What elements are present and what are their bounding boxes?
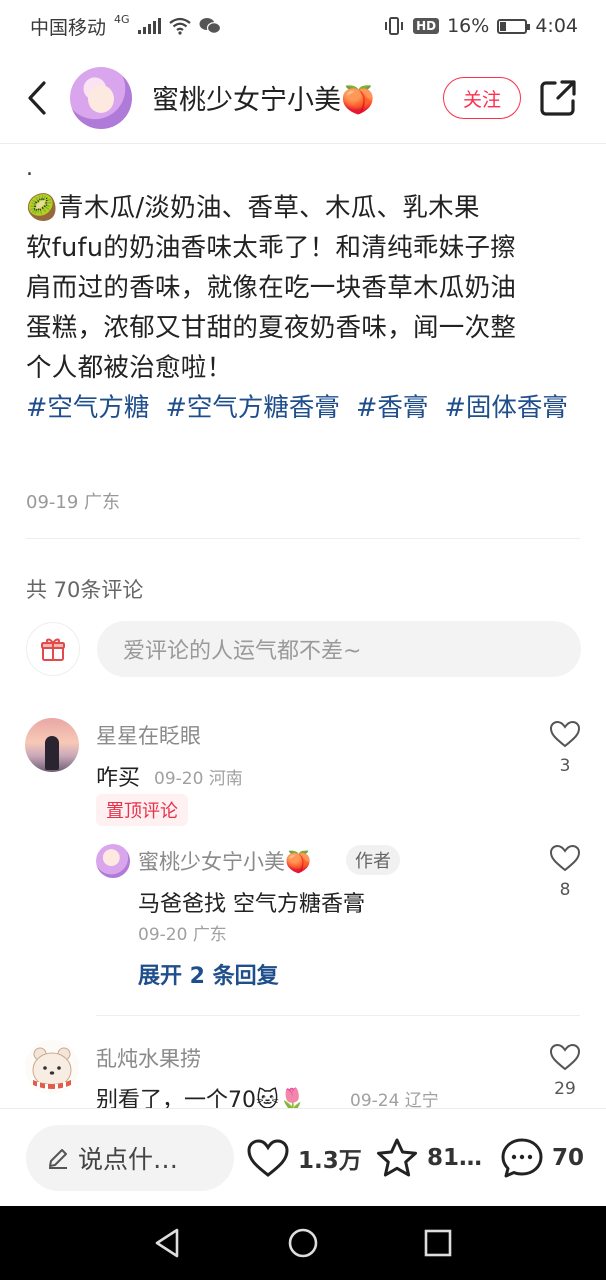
comment-count: 共 70条评论 [26, 578, 144, 602]
system-nav-bar [0, 1206, 606, 1280]
vibrate-icon [385, 17, 404, 35]
status-bar: 中国移动 4G HD 16% 4:04 [0, 0, 606, 52]
pinned-badge: 置顶评论 [96, 794, 188, 826]
reply-location: 广东 [192, 925, 227, 945]
bear-avatar-icon [32, 1047, 72, 1090]
author-badge: 作者 [346, 845, 400, 875]
signal-icon [137, 18, 161, 34]
heart-icon [549, 844, 581, 872]
reply-like-button[interactable]: 8 [545, 844, 585, 900]
circle-home-icon [288, 1228, 318, 1258]
post-line: 🥝青木瓜/淡奶油、香草、木瓜、乳木果 [26, 193, 480, 223]
comment-bubble-icon [501, 1138, 543, 1178]
collect-button[interactable]: 81… [375, 1125, 482, 1191]
follow-button[interactable]: 关注 [443, 77, 521, 119]
author-name[interactable]: 蜜桃少女宁小美🍑 [152, 78, 375, 117]
post-dot: . [26, 156, 33, 181]
gift-button[interactable] [26, 622, 80, 676]
network-label: 4G [114, 12, 130, 26]
comment-count-bottom: 70 [552, 1145, 585, 1171]
battery-percent: 16% [447, 15, 490, 37]
heart-icon [247, 1139, 289, 1177]
status-right: HD 16% 4:04 [383, 15, 578, 37]
comment-like-button[interactable]: 3 [545, 720, 585, 776]
bottom-action-bar: 说点什… 1.3万 81… 70 [0, 1108, 606, 1206]
comment-meta: 09-20 河南 [154, 764, 243, 789]
comment-input[interactable]: 爱评论的人运气都不差~ [97, 621, 581, 677]
wechat-icon [199, 18, 221, 34]
comment-button[interactable]: 70 [500, 1125, 584, 1191]
post-line: 肩而过的香味，就像在吃一块香草木瓜奶油 [26, 273, 517, 303]
post-line: 蛋糕，浓郁又甘甜的夏夜奶香味，闻一次整 [26, 313, 517, 343]
post-line: 个人都被治愈啦！ [26, 353, 233, 383]
gift-icon [41, 638, 65, 661]
square-recents-icon [424, 1229, 452, 1257]
like-count: 8 [559, 880, 571, 900]
tag-link[interactable]: #固体香膏 [444, 393, 567, 423]
star-icon [377, 1138, 417, 1177]
triangle-back-icon [155, 1228, 179, 1258]
nav-home-button[interactable] [286, 1226, 320, 1260]
pencil-icon [49, 1149, 67, 1169]
status-left: 中国移动 4G [30, 13, 221, 40]
tag-list: #空气方糖 #空气方糖香膏 #香膏 #固体香膏 [26, 388, 582, 428]
comment-text[interactable]: 咋买 [96, 760, 140, 792]
reply-avatar[interactable] [96, 844, 130, 878]
reply-name[interactable]: 蜜桃少女宁小美🍑 [138, 846, 311, 876]
commenter-avatar[interactable] [25, 1040, 79, 1094]
share-icon [540, 80, 576, 116]
post-line: 软fufu的奶油香味太乖了！和清纯乖妹子擦 [26, 233, 517, 263]
like-count: 3 [559, 756, 571, 776]
comment-like-button[interactable]: 29 [545, 1043, 585, 1099]
like-count: 1.3万 [298, 1148, 362, 1174]
comment-date: 09-20 [154, 769, 204, 789]
chevron-left-icon [28, 81, 46, 115]
post-meta: 09-19 广东 [26, 488, 120, 514]
post-body: 🥝青木瓜/淡奶油、香草、木瓜、乳木果 软fufu的奶油香味太乖了！和清纯乖妹子擦… [26, 188, 582, 388]
heart-icon [549, 720, 581, 748]
reply-meta: 09-20 广东 [138, 920, 227, 945]
tag-link[interactable]: #香膏 [356, 393, 428, 423]
back-button[interactable] [22, 76, 52, 120]
author-avatar[interactable] [70, 67, 132, 129]
commenter-name[interactable]: 星星在眨眼 [96, 720, 201, 750]
wifi-icon [168, 17, 191, 35]
expand-replies-link[interactable]: 展开 2 条回复 [138, 958, 279, 990]
heart-icon [549, 1043, 581, 1071]
comment-location: 河南 [208, 769, 243, 789]
divider [96, 1015, 580, 1016]
divider [26, 538, 580, 539]
post-date: 09-19 [26, 492, 79, 513]
tag-link[interactable]: #空气方糖香膏 [165, 393, 339, 423]
commenter-avatar[interactable] [25, 718, 79, 772]
post-location: 广东 [84, 492, 121, 513]
post-header: 蜜桃少女宁小美🍑 关注 [0, 52, 606, 144]
like-button[interactable]: 1.3万 [246, 1125, 362, 1191]
say-placeholder: 说点什… [78, 1145, 179, 1174]
tag-link[interactable]: #空气方糖 [26, 393, 149, 423]
share-button[interactable] [538, 78, 578, 118]
clock: 4:04 [535, 15, 578, 37]
nav-back-button[interactable] [151, 1226, 185, 1260]
hd-icon: HD [413, 18, 440, 34]
reply-text[interactable]: 马爸爸找 空气方糖香膏 [138, 886, 365, 918]
say-something-input[interactable]: 说点什… [26, 1125, 234, 1191]
commenter-name[interactable]: 乱炖水果捞 [96, 1043, 201, 1073]
carrier-label: 中国移动 [30, 16, 107, 39]
like-count: 29 [554, 1079, 576, 1099]
reply-date: 09-20 [138, 925, 188, 945]
nav-recents-button[interactable] [421, 1226, 455, 1260]
collect-count: 81… [427, 1145, 483, 1171]
battery-icon [497, 18, 531, 34]
